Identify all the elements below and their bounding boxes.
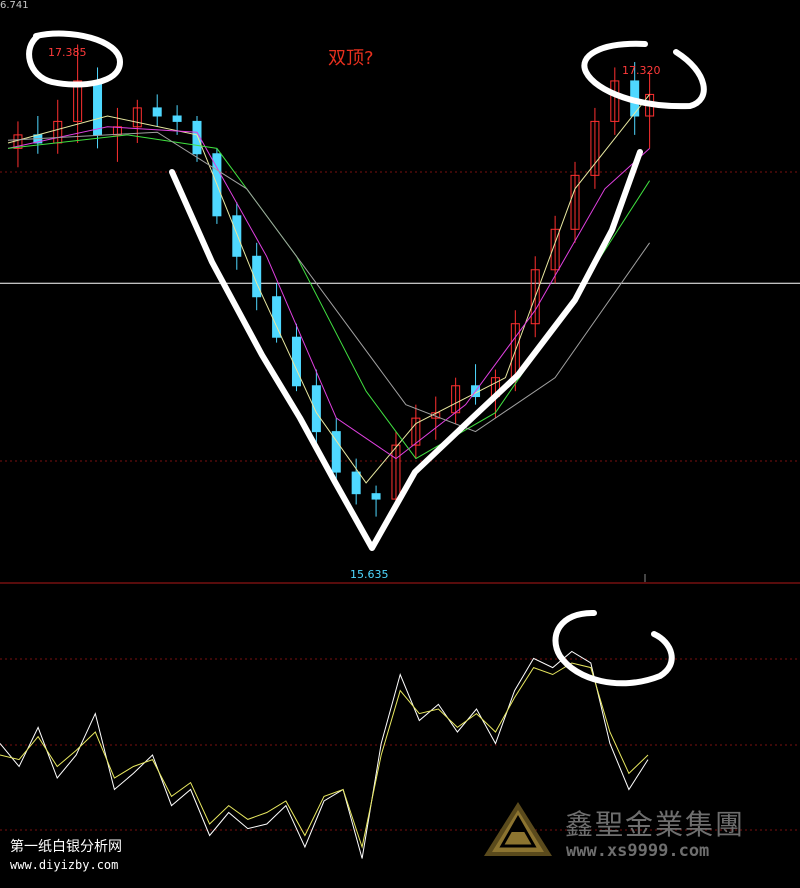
- oscillator-circle-stroke: [552, 609, 675, 687]
- brand-name: 鑫聖金業集團: [565, 808, 746, 841]
- candle-body: [331, 431, 341, 473]
- candle-body: [291, 336, 301, 387]
- watermark-site-name: 第一纸白银分析网: [10, 839, 122, 855]
- candle-body: [371, 493, 381, 500]
- candle-body: [152, 107, 162, 117]
- candle-body: [172, 115, 182, 122]
- moving-average-line: [7, 94, 650, 484]
- brand-logo-icon: [484, 802, 552, 856]
- candle-body: [93, 80, 103, 136]
- high-circle-stroke: [26, 30, 123, 88]
- second-high-price-label: 17.320: [622, 64, 661, 77]
- brand-url: www.xs9999.com: [566, 841, 710, 861]
- candle-body: [351, 471, 361, 495]
- candle-body: [232, 215, 242, 257]
- moving-average-line: [7, 134, 651, 460]
- price-chart: [0, 30, 800, 859]
- double-top-annotation: 双顶?: [328, 48, 374, 69]
- high-price-label: 17.385: [48, 46, 87, 59]
- candle-body: [311, 385, 321, 433]
- hand-drawn-annotations: [26, 30, 707, 687]
- v-shape-stroke: [169, 149, 643, 551]
- low-price-label: 15.635: [350, 568, 389, 581]
- moving-average-line: [7, 131, 651, 433]
- moving-average-lines: [7, 94, 651, 484]
- candlestick-series: [13, 44, 655, 517]
- moving-average-line: [7, 126, 650, 460]
- watermark-site-url: www.diyizby.com: [10, 858, 119, 872]
- y-axis-tick-label: 6.741: [0, 0, 29, 11]
- candle-body: [272, 296, 282, 338]
